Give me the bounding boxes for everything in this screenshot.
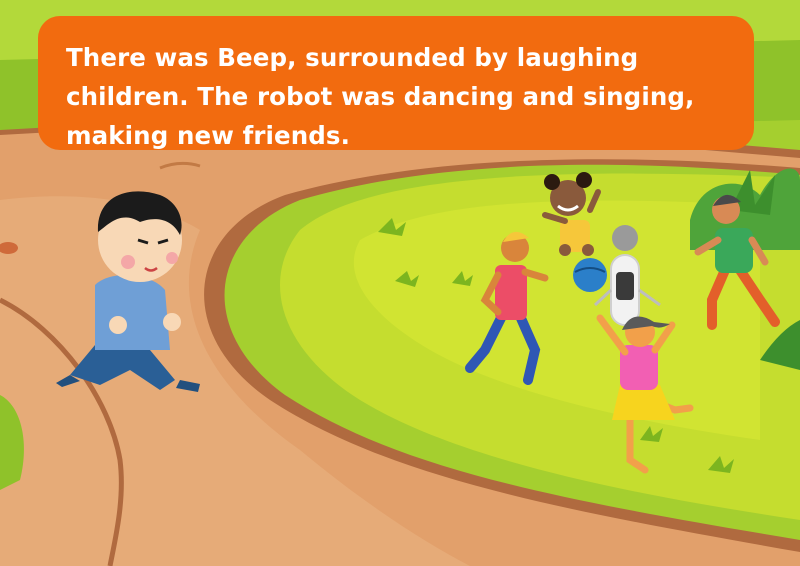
story-caption-box: There was Beep, surrounded by laughing c…	[38, 16, 754, 150]
story-caption-text: There was Beep, surrounded by laughing c…	[66, 43, 695, 150]
